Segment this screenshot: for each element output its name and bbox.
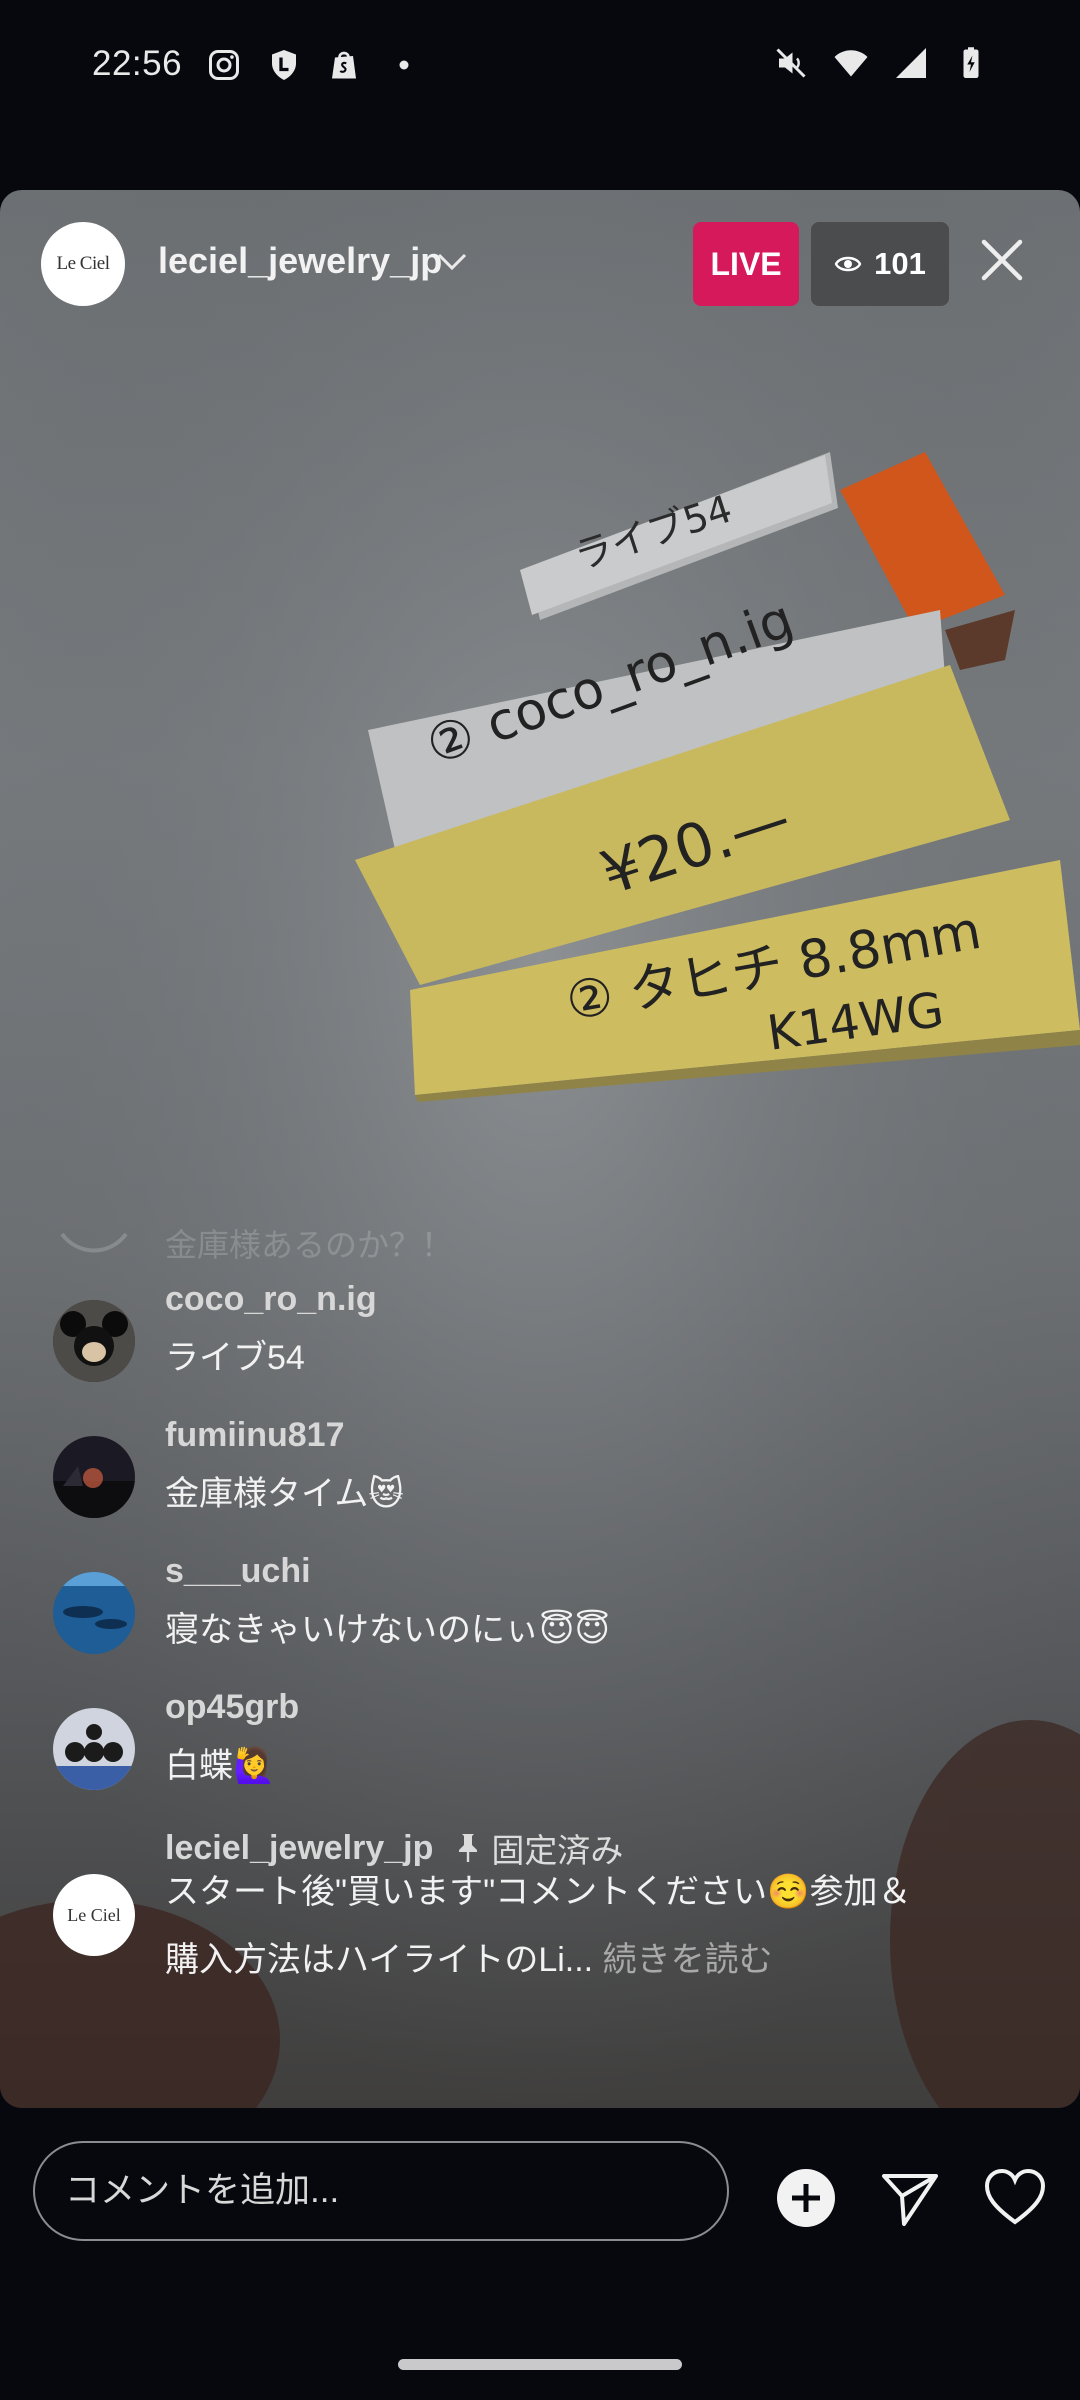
avatar[interactable] xyxy=(53,1572,135,1654)
shield-l-icon xyxy=(265,46,303,84)
status-bar: 22:56 xyxy=(0,0,1080,135)
status-time: 22:56 xyxy=(92,44,183,83)
comment-username[interactable]: op45grb xyxy=(165,1688,299,1727)
comment-text: ライブ54 xyxy=(165,1339,305,1377)
comment-username[interactable]: s___uchi xyxy=(165,1552,311,1591)
wifi-icon xyxy=(832,44,870,82)
send-icon[interactable] xyxy=(878,2166,942,2230)
avatar[interactable] xyxy=(53,1300,135,1382)
faded-avatar xyxy=(56,1220,132,1260)
bottom-bar xyxy=(0,2108,1080,2288)
eye-icon xyxy=(834,256,862,272)
dot-icon xyxy=(385,46,423,84)
close-icon xyxy=(981,239,1023,281)
live-video-frame: ライブ54 ② coco_ro_n.ig ¥20.— ② タヒチ 8.8mm K… xyxy=(0,190,1080,2108)
notification-icons xyxy=(205,46,423,84)
faded-comment: 金庫様あるのか？！ xyxy=(165,1227,454,1260)
heart-icon[interactable] xyxy=(983,2166,1047,2230)
comment-text: 白蝶🙋‍♀️ xyxy=(165,1747,276,1785)
comment-text: 寝なきゃいけないのにぃ😇😇 xyxy=(165,1611,610,1649)
host-avatar[interactable]: Le Ciel xyxy=(41,222,125,306)
avatar[interactable] xyxy=(53,1436,135,1518)
battery-charging-icon xyxy=(952,44,990,82)
comment-username[interactable]: fumiinu817 xyxy=(165,1416,344,1455)
read-more-link[interactable]: 続きを読む xyxy=(603,1941,773,1979)
add-circle-icon[interactable] xyxy=(774,2166,838,2230)
live-badge: LIVE xyxy=(693,222,799,306)
host-username[interactable]: leciel_jewelry_jp xyxy=(158,240,442,282)
close-button[interactable] xyxy=(976,234,1028,286)
viewer-count-badge[interactable]: 101 xyxy=(811,222,949,306)
mute-icon xyxy=(772,44,810,82)
comment-text: 金庫様タイム😻 xyxy=(165,1475,404,1513)
pinned-text-body: スタート後"買います"コメントください☺️参加＆購入方法はハイライトのLi... xyxy=(165,1873,912,1979)
pinned-comment-text: スタート後"買います"コメントください☺️参加＆購入方法はハイライトのLi...… xyxy=(165,1858,925,1994)
viewer-count: 101 xyxy=(874,246,926,281)
signal-icon xyxy=(892,44,930,82)
comment-input[interactable] xyxy=(33,2141,729,2241)
instagram-icon xyxy=(205,46,243,84)
live-video-card[interactable]: ライブ54 ② coco_ro_n.ig ¥20.— ② タヒチ 8.8mm K… xyxy=(0,190,1080,2108)
comment-username[interactable]: coco_ro_n.ig xyxy=(165,1280,377,1319)
avatar[interactable] xyxy=(53,1708,135,1790)
system-icons xyxy=(772,44,990,82)
avatar[interactable]: Le Ciel xyxy=(53,1874,135,1956)
shopify-icon xyxy=(325,46,363,84)
home-indicator[interactable] xyxy=(398,2359,682,2370)
chevron-down-icon[interactable] xyxy=(434,246,470,276)
live-header: Le Ciel leciel_jewelry_jp LIVE 101 xyxy=(0,190,1080,340)
